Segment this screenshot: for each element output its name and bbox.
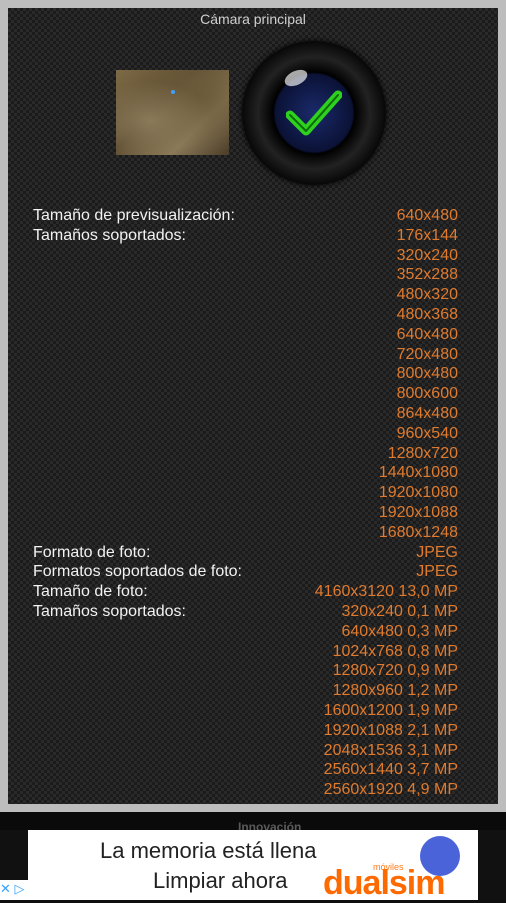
property-row: 640x480 0,3 MP (33, 622, 458, 642)
property-row: Tamaño de previsualización: 640x480 (33, 206, 458, 226)
property-row: 720x480 (33, 345, 458, 365)
camera-properties-list: Tamaño de previsualización: 640x480 Tamaño… (33, 206, 458, 800)
property-value: 1920x1088 (378, 503, 458, 521)
property-value: 1280x960 1,2 MP (332, 682, 458, 700)
property-value: 176x144 (396, 226, 458, 244)
property-row: 1280x720 0,9 MP (33, 661, 458, 681)
property-value: 320x240 (396, 246, 458, 264)
property-value: 2560x1440 3,7 MP (323, 761, 458, 779)
lens-glare (282, 66, 310, 90)
property-value: 864x480 (396, 404, 458, 422)
property-value: 1920x1080 (378, 484, 458, 502)
property-value: JPEG (416, 543, 458, 561)
property-label: Formatos soportados de foto: (33, 563, 242, 581)
property-row: 320x240 (33, 246, 458, 266)
property-row: 480x368 (33, 305, 458, 325)
property-value: 480x368 (396, 305, 458, 323)
property-value: 4160x3120 13,0 MP (314, 583, 458, 601)
property-label: Formato de foto: (33, 543, 151, 561)
property-value: 640x480 0,3 MP (341, 622, 458, 640)
property-row: 960x540 (33, 424, 458, 444)
property-row: 800x480 (33, 364, 458, 384)
property-row: Tamaños soportados: 320x240 0,1 MP (33, 602, 458, 622)
property-value: 1024x768 0,8 MP (332, 642, 458, 660)
property-label: Tamaños soportados: (33, 602, 186, 620)
property-value: 1920x1088 2,1 MP (323, 721, 458, 739)
ad-banner[interactable]: La memoria está llena Limpiar ahora dual… (28, 830, 478, 902)
property-row: 1440x1080 (33, 463, 458, 483)
property-value: 1440x1080 (378, 464, 458, 482)
camera-info-frame: Cámara principal Tamaño de previsualizac… (0, 0, 506, 812)
ad-top-text: Innovación (238, 820, 302, 830)
property-value: 640x480 (396, 207, 458, 224)
ad-choices-icon[interactable]: ✕ ▷ (0, 881, 25, 896)
property-row: 1920x1088 2,1 MP (33, 721, 458, 741)
property-row: 1920x1088 (33, 503, 458, 523)
ad-line-2: Limpiar ahora (153, 868, 288, 893)
property-label: Tamaño de foto: (33, 583, 148, 601)
camera-preview (116, 70, 229, 155)
property-value: 2560x1920 4,9 MP (323, 781, 458, 799)
property-label: Tamaños soportados: (33, 226, 186, 244)
property-row: 800x600 (33, 384, 458, 404)
property-row: 352x288 (33, 265, 458, 285)
property-value: 720x480 (396, 345, 458, 363)
property-row: 1280x720 (33, 444, 458, 464)
property-row: 1600x1200 1,9 MP (33, 701, 458, 721)
property-value: 800x600 (396, 385, 458, 403)
camera-title: Cámara principal (200, 11, 306, 27)
property-row: Formato de foto: JPEG (33, 543, 458, 563)
property-value: 800x480 (396, 365, 458, 383)
property-row: 2560x1920 4,9 MP (33, 780, 458, 800)
property-value: 1600x1200 1,9 MP (323, 701, 458, 719)
property-value: 1280x720 0,9 MP (332, 662, 458, 680)
property-row: 1024x768 0,8 MP (33, 642, 458, 662)
property-label: Tamaño de previsualización: (33, 207, 235, 224)
property-row: Formatos soportados de foto: JPEG (33, 562, 458, 582)
property-row: 2560x1440 3,7 MP (33, 760, 458, 780)
property-row: Tamaño de foto: 4160x3120 13,0 MP (33, 582, 458, 602)
property-value: 1680x1248 (378, 523, 458, 541)
cleaner-icon (420, 836, 460, 876)
property-row: 2048x1536 3,1 MP (33, 741, 458, 761)
property-value: 480x320 (396, 286, 458, 304)
property-row: 640x480 (33, 325, 458, 345)
property-row: 1280x960 1,2 MP (33, 681, 458, 701)
focus-dot (171, 90, 175, 94)
ad-choices[interactable]: ✕ ▷ (0, 880, 44, 900)
camera-info-panel: Cámara principal Tamaño de previsualizac… (8, 8, 498, 804)
ad-area[interactable]: Innovación La memoria está llena Limpiar… (0, 812, 506, 902)
property-value: 1280x720 (387, 444, 458, 462)
ad-top-strip: Innovación (0, 812, 506, 830)
property-value: 640x480 (396, 325, 458, 343)
camera-lens-check-icon (242, 41, 386, 185)
property-value: 352x288 (396, 266, 458, 284)
ad-line-1: La memoria está llena (100, 838, 317, 863)
property-row: 480x320 (33, 285, 458, 305)
property-row: 1920x1080 (33, 483, 458, 503)
property-row: 1680x1248 (33, 523, 458, 543)
property-value: 2048x1536 3,1 MP (323, 741, 458, 759)
property-row: Tamaños soportados: 176x144 (33, 226, 458, 246)
ad-brand-small: móviles (373, 862, 404, 872)
property-value: JPEG (416, 563, 458, 581)
property-value: 960x540 (396, 424, 458, 442)
checkmark-icon (286, 90, 342, 136)
property-row: 864x480 (33, 404, 458, 424)
property-value: 320x240 0,1 MP (341, 602, 458, 620)
